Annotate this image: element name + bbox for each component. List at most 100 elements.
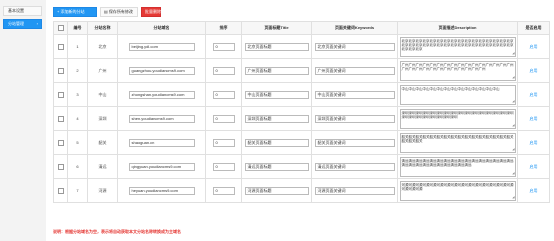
sort-input[interactable]: 0 [212, 66, 235, 75]
title-input[interactable]: 河源页面标题 [244, 186, 309, 195]
sidebar-item-label: 分站管理 [8, 21, 24, 26]
status-toggle[interactable]: 启用 [530, 140, 538, 145]
sidebar-item-substation-management[interactable]: 分站管理 › [3, 19, 42, 29]
sidebar: 基本设置 分站管理 › [0, 0, 46, 241]
row-checkbox[interactable] [53, 58, 68, 83]
chevron-right-icon: › [36, 21, 38, 26]
row-checkbox[interactable] [53, 106, 68, 131]
table-row: 7 河源 heyuan.youdiancms9.com 0 河源页面标题 河源页面关键词河… [53, 178, 550, 203]
table-row: 6 清远 qingyuan.youdiancms9.com 0 清远页面标题 清远页面关键… [53, 154, 550, 179]
domain-input[interactable]: shaoguan.cn [128, 138, 195, 147]
keywords-input[interactable]: 河源页面关键词 [314, 186, 395, 195]
sort-input[interactable]: 0 [212, 114, 235, 123]
resize-handle-icon[interactable]: ◢ [512, 75, 514, 79]
column-header-enabled: 是否启用 [517, 21, 550, 35]
description-text: 深圳深圳深圳深圳深圳深圳深圳深圳深圳深圳深圳深圳深圳深圳深圳深圳深圳深圳深圳深圳… [401, 110, 514, 119]
substation-table: 编号 分站名称 分站域名 排序 页面标题Title 页面关键词Keywords … [53, 21, 550, 203]
row-id: 2 [67, 58, 88, 83]
title-input[interactable]: 广州页面标题 [244, 66, 309, 75]
save-all-button[interactable]: ▤ 保存所有修改 [100, 7, 138, 17]
main-content: + 添加新的分站 ▤ 保存所有修改 批量删除 编号 分站名称 分站域名 排序 页… [48, 0, 554, 241]
description-text: 清远清远清远清远清远清远清远清远清远清远清远清远清远清远清远清远清远清远清远清远… [401, 158, 514, 167]
sort-input[interactable]: 0 [212, 90, 235, 99]
description-textarea[interactable]: 深圳深圳深圳深圳深圳深圳深圳深圳深圳深圳深圳深圳深圳深圳深圳深圳深圳深圳深圳深圳… [399, 108, 516, 129]
status-toggle[interactable]: 启用 [530, 68, 538, 73]
row-name: 中山 [87, 82, 118, 107]
column-header-description: 页面描述Description [397, 21, 518, 35]
description-textarea[interactable]: 广州广州广州广州广州广州广州广州广州广州广州广州广州广州广州广州广州广州广州广州… [399, 60, 516, 81]
row-name: 北京 [87, 34, 118, 59]
domain-input[interactable]: heyuan.youdiancms9.com [128, 186, 195, 195]
table-row: 4 深圳 shen.youdiancms9.com 0 深圳页面标题 深圳页面关键词 深圳深… [53, 106, 550, 131]
description-text: 广州广州广州广州广州广州广州广州广州广州广州广州广州广州广州广州广州广州广州广州… [401, 62, 514, 71]
row-checkbox[interactable] [53, 130, 68, 155]
column-header-name: 分站名称 [87, 21, 118, 35]
table-row: 1 北京 beijing.ydl.com 0 北京页面标题 北京页面关键词 北京北京北京北京… [53, 34, 550, 59]
description-textarea[interactable]: 韶关韶关韶关韶关韶关韶关韶关韶关韶关韶关韶关韶关韶关韶关韶关韶关韶关韶关韶关 ◢ [399, 132, 516, 153]
status-toggle[interactable]: 启用 [530, 188, 538, 193]
domain-input[interactable]: shen.youdiancms9.com [128, 114, 195, 123]
description-textarea[interactable]: 北京北京北京北京北京北京北京北京北京北京北京北京北京北京北京北京北京北京北京北京… [399, 36, 516, 57]
row-id: 1 [67, 34, 88, 59]
status-toggle[interactable]: 启用 [530, 44, 538, 49]
keywords-input[interactable]: 清远页面关键词 [314, 162, 395, 171]
row-checkbox[interactable] [53, 82, 68, 107]
row-checkbox[interactable] [53, 178, 68, 203]
resize-handle-icon[interactable]: ◢ [512, 51, 514, 55]
row-id: 3 [67, 82, 88, 107]
keywords-input[interactable]: 广州页面关键词 [314, 66, 395, 75]
keywords-input[interactable]: 北京页面关键词 [314, 42, 395, 51]
column-header-id: 编号 [67, 21, 88, 35]
status-toggle[interactable]: 启用 [530, 92, 538, 97]
sidebar-item-basic-settings[interactable]: 基本设置 [3, 6, 42, 16]
column-header-keywords: 页面关键词Keywords [311, 21, 398, 35]
domain-input[interactable]: guangzhou.youdiancms9.com [128, 66, 195, 75]
row-name: 广州 [87, 58, 118, 83]
description-text: 河源河源河源河源河源河源河源河源河源河源河源河源河源河源河源河源河源河源河源 [401, 182, 514, 191]
table-header-row: 编号 分站名称 分站域名 排序 页面标题Title 页面关键词Keywords … [53, 21, 550, 35]
resize-handle-icon[interactable]: ◢ [512, 99, 514, 103]
sidebar-item-label: 基本设置 [8, 8, 24, 13]
domain-input[interactable]: zhongshan.youdiancms9.com [128, 90, 195, 99]
row-id: 6 [67, 154, 88, 179]
row-id: 7 [67, 178, 88, 203]
title-input[interactable]: 深圳页面标题 [244, 114, 309, 123]
sort-input[interactable]: 0 [212, 162, 235, 171]
row-checkbox[interactable] [53, 154, 68, 179]
row-name: 清远 [87, 154, 118, 179]
description-text: 北京北京北京北京北京北京北京北京北京北京北京北京北京北京北京北京北京北京北京北京… [401, 38, 514, 51]
title-input[interactable]: 韶关页面标题 [244, 138, 309, 147]
select-all-checkbox[interactable] [53, 21, 68, 35]
column-header-domain: 分站域名 [117, 21, 206, 35]
description-textarea[interactable]: 清远清远清远清远清远清远清远清远清远清远清远清远清远清远清远清远清远清远清远清远… [399, 156, 516, 177]
instructions-note: 说明：根据分站域名为空，表示将自动获取本文分站名称转换成为主域名 [53, 229, 181, 234]
status-toggle[interactable]: 启用 [530, 116, 538, 121]
keywords-input[interactable]: 深圳页面关键词 [314, 114, 395, 123]
title-input[interactable]: 北京页面标题 [244, 42, 309, 51]
resize-handle-icon[interactable]: ◢ [512, 171, 514, 175]
column-header-sort: 排序 [205, 21, 242, 35]
batch-delete-button[interactable]: 批量删除 [141, 7, 161, 17]
domain-input[interactable]: beijing.ydl.com [128, 42, 195, 51]
description-textarea[interactable]: 中山中山中山中山中山中山中山中山中山中山中山中山中山中山 ◢ [399, 84, 516, 105]
resize-handle-icon[interactable]: ◢ [512, 195, 514, 199]
description-textarea[interactable]: 河源河源河源河源河源河源河源河源河源河源河源河源河源河源河源河源河源河源河源 ◢ [399, 180, 516, 201]
sort-input[interactable]: 0 [212, 42, 235, 51]
sort-input[interactable]: 0 [212, 138, 235, 147]
sort-input[interactable]: 0 [212, 186, 235, 195]
title-input[interactable]: 清远页面标题 [244, 162, 309, 171]
title-input[interactable]: 中山页面标题 [244, 90, 309, 99]
description-text: 中山中山中山中山中山中山中山中山中山中山中山中山中山中山 [401, 86, 500, 91]
resize-handle-icon[interactable]: ◢ [512, 123, 514, 127]
table-row: 2 广州 guangzhou.youdiancms9.com 0 广州页面标题 广州页面关… [53, 58, 550, 83]
row-name: 深圳 [87, 106, 118, 131]
keywords-input[interactable]: 韶关页面关键词 [314, 138, 395, 147]
keywords-input[interactable]: 中山页面关键词 [314, 90, 395, 99]
add-substation-button[interactable]: + 添加新的分站 [53, 7, 97, 17]
row-name: 河源 [87, 178, 118, 203]
domain-input[interactable]: qingyuan.youdiancms9.com [128, 162, 195, 171]
row-checkbox[interactable] [53, 34, 68, 59]
status-toggle[interactable]: 启用 [530, 164, 538, 169]
row-id: 5 [67, 130, 88, 155]
resize-handle-icon[interactable]: ◢ [512, 147, 514, 151]
